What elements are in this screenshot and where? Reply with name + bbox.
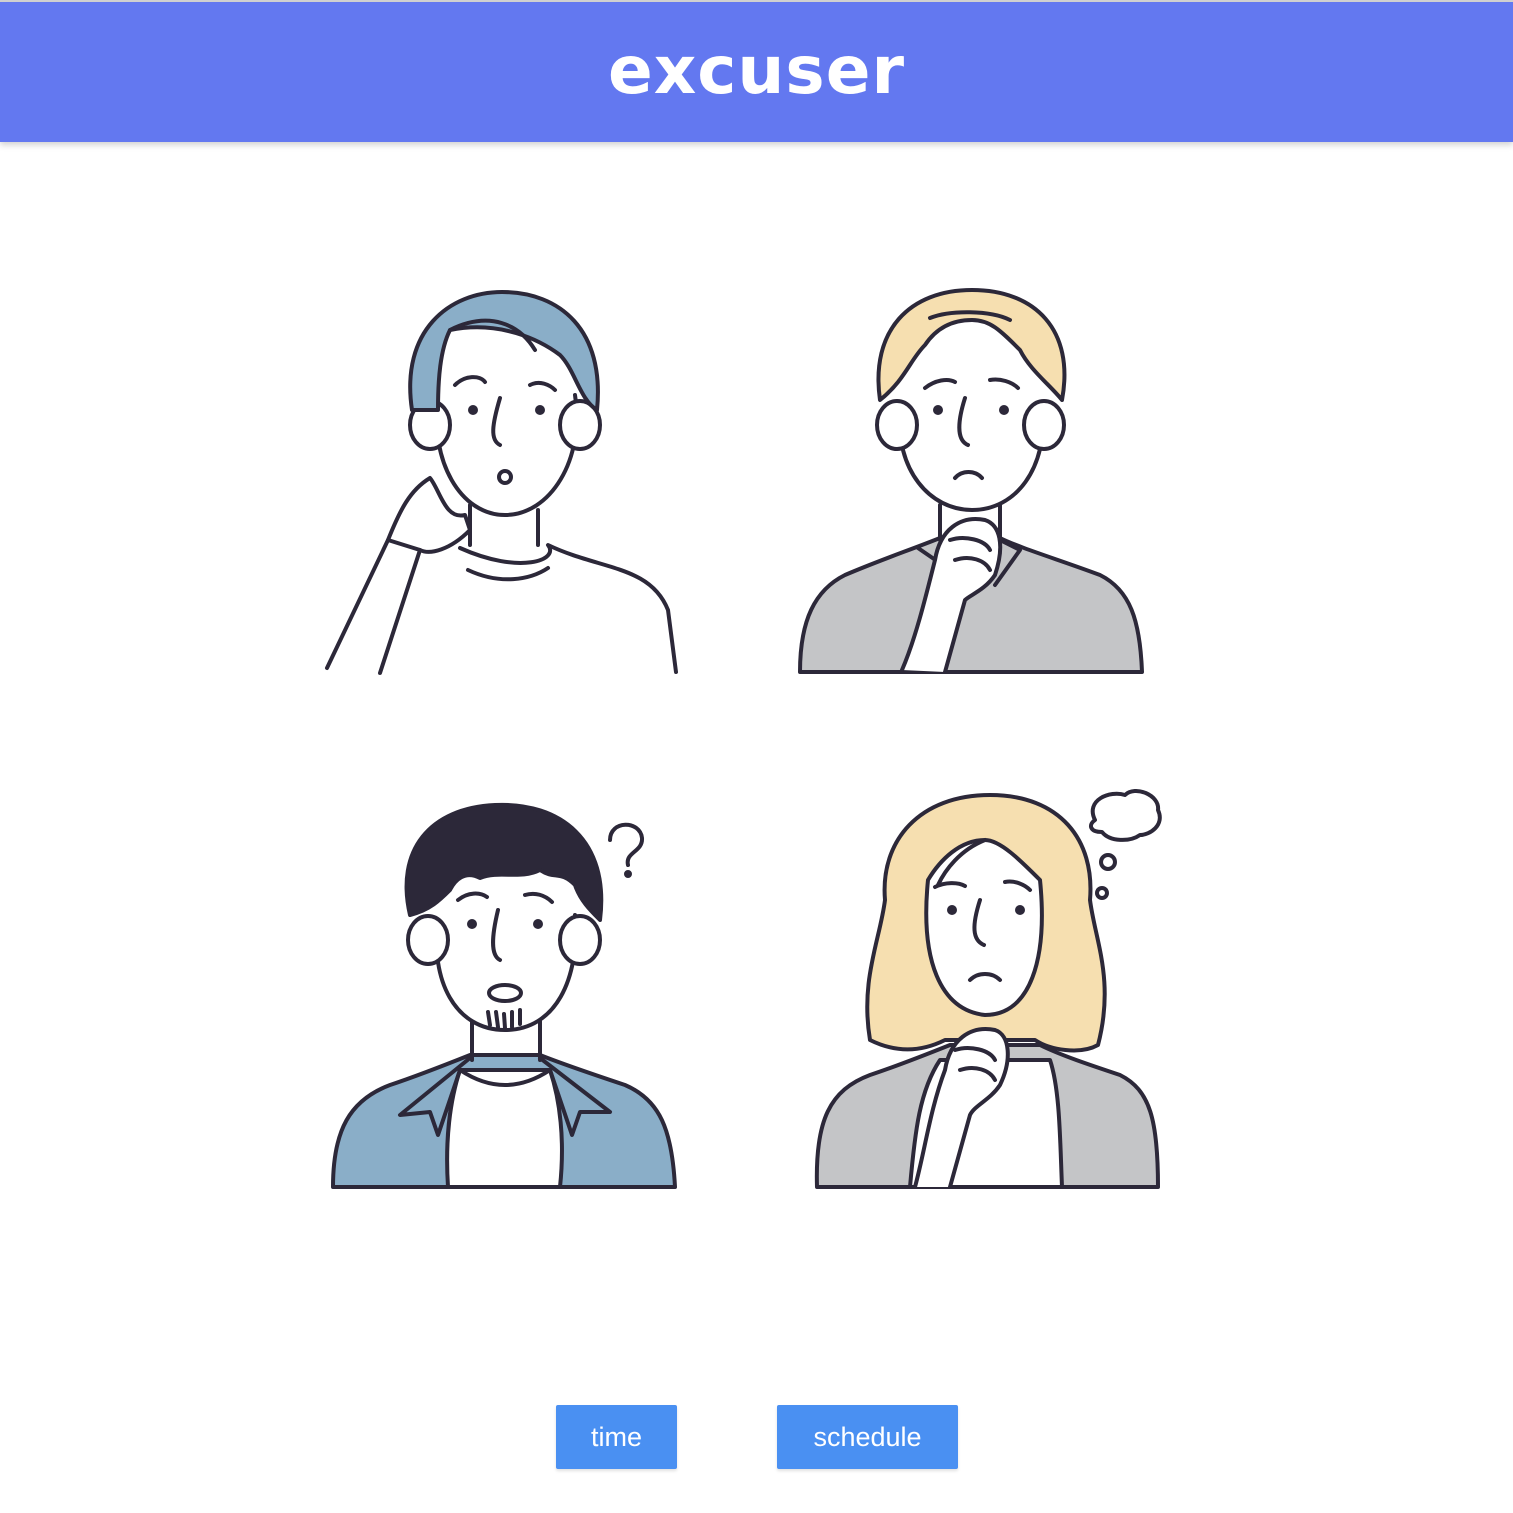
figure-worried-woman bbox=[814, 789, 1162, 1189]
schedule-button[interactable]: schedule bbox=[777, 1405, 958, 1469]
app-header: excuser bbox=[0, 0, 1513, 142]
time-button[interactable]: time bbox=[556, 1405, 677, 1469]
figure-confused-man bbox=[331, 802, 677, 1189]
thinking-people-illustration bbox=[325, 288, 1162, 1189]
app-logo: excuser bbox=[607, 31, 906, 109]
figure-worried-man bbox=[798, 288, 1144, 674]
figure-thinking-man bbox=[325, 290, 678, 675]
